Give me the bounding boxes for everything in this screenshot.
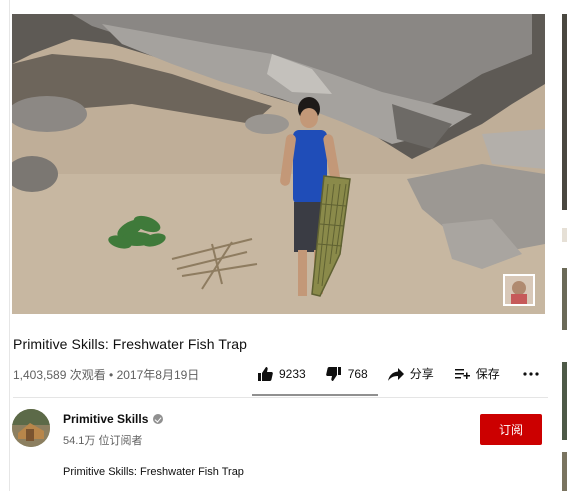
subscriber-count: 54.1万 位订阅者 xyxy=(63,435,143,447)
like-count: 9233 xyxy=(279,366,306,381)
like-ratio-bar xyxy=(252,394,378,396)
next-video-strip[interactable] xyxy=(562,0,567,491)
uploader-thumbnail xyxy=(503,274,535,306)
thumbs-down-icon xyxy=(325,366,341,381)
dislike-button[interactable]: 768 xyxy=(325,366,368,382)
save-button[interactable]: 保存 xyxy=(454,365,500,382)
video-frame xyxy=(12,14,545,314)
save-label: 保存 xyxy=(475,367,500,381)
video-description: Primitive Skills: Freshwater Fish Trap xyxy=(63,466,244,478)
subscribe-button[interactable]: 订阅 xyxy=(480,414,542,445)
channel-name[interactable]: Primitive Skills xyxy=(63,412,164,426)
divider xyxy=(13,397,548,398)
share-button[interactable]: 分享 xyxy=(387,365,434,382)
video-actions: 9233 768 分享 保存 xyxy=(257,365,540,382)
video-meta-row: 1,403,589 次观看 • 2017年8月19日 9233 768 分享 保… xyxy=(13,366,548,386)
video-title: Primitive Skills: Freshwater Fish Trap xyxy=(13,336,248,352)
share-label: 分享 xyxy=(409,367,434,381)
video-player[interactable] xyxy=(12,14,545,314)
view-count-date: 1,403,589 次观看 • 2017年8月19日 xyxy=(13,368,200,382)
more-actions-button[interactable] xyxy=(522,371,540,376)
like-button[interactable]: 9233 xyxy=(257,366,306,382)
more-icon xyxy=(523,371,539,376)
left-edge xyxy=(0,0,10,491)
share-icon xyxy=(387,367,404,381)
thumbs-up-icon xyxy=(258,366,273,381)
add-to-playlist-icon xyxy=(454,368,470,379)
channel-avatar[interactable] xyxy=(12,409,50,447)
verified-icon xyxy=(153,414,164,424)
dislike-count: 768 xyxy=(347,366,368,381)
channel-name-text: Primitive Skills xyxy=(63,412,149,426)
